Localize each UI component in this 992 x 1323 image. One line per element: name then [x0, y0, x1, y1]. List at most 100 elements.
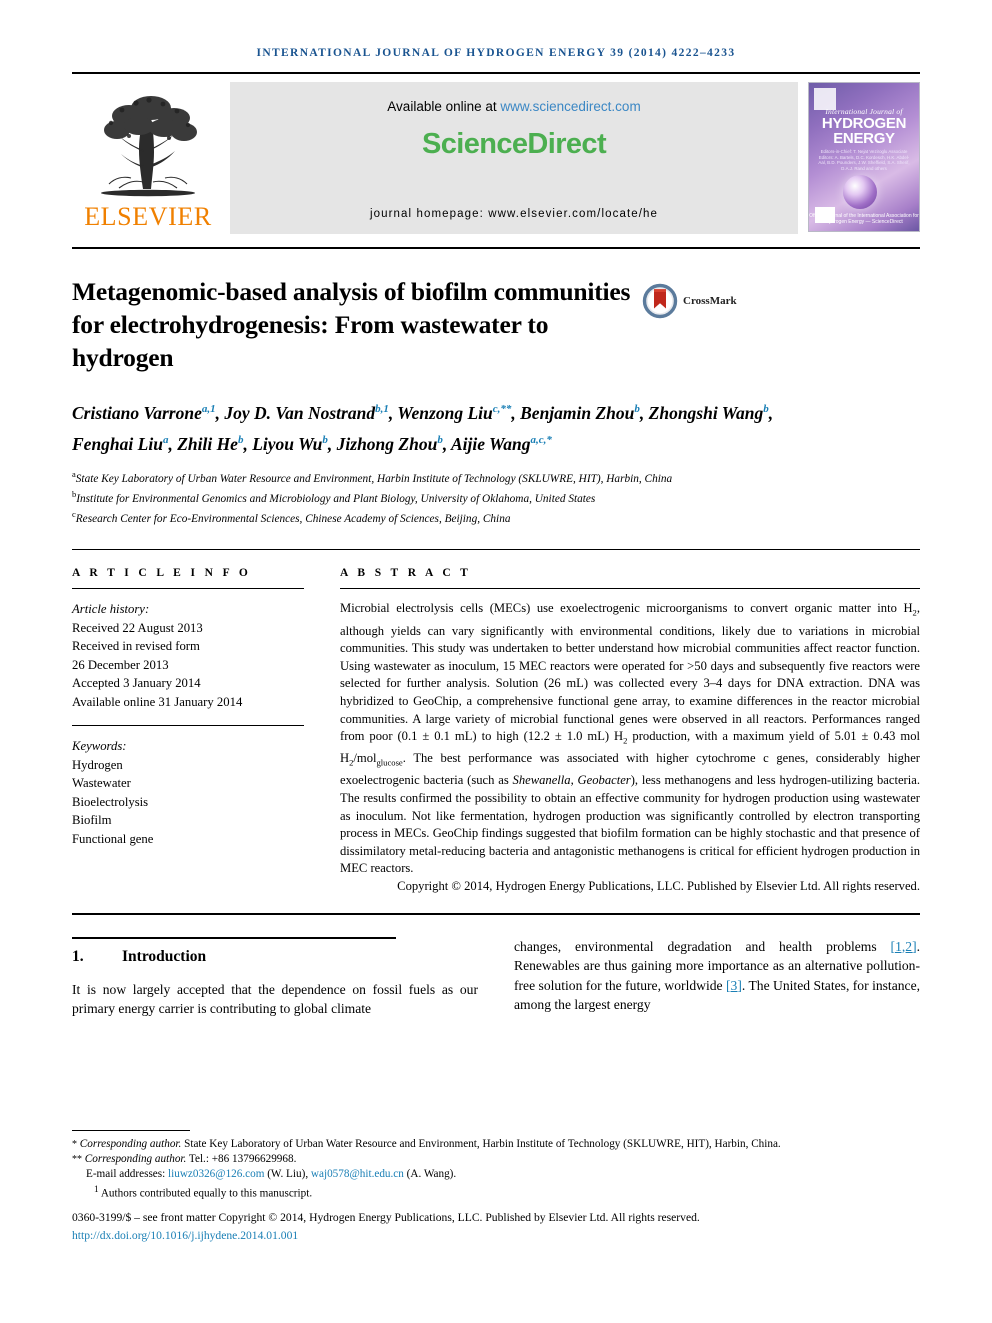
body-columns: 1. Introduction It is now largely accept…	[72, 936, 920, 1019]
author-affiliation-marker: b	[237, 433, 244, 446]
keywords-rule	[72, 725, 304, 727]
abstract-fragment: ), less methanogens and less hydrogen-ut…	[340, 773, 920, 876]
sciencedirect-logo-science: Science	[421, 128, 528, 160]
cover-editors: Editors-in-Chief: T. Nejat Veziroglu Ass…	[818, 149, 910, 171]
footnote-text: Authors contributed equally to this manu…	[98, 1187, 313, 1200]
footnote-mark: **	[72, 1154, 82, 1166]
affiliation-item: aState Key Laboratory of Urban Water Res…	[72, 467, 872, 487]
article-info-heading: A R T I C L E I N F O	[72, 567, 252, 580]
author-affiliation-marker: c,**	[492, 403, 512, 415]
abstract-column: A B S T R A C T Microbial electrolysis c…	[340, 567, 920, 895]
author-affiliation-marker: a,1	[201, 403, 216, 415]
section-heading-rule	[72, 936, 396, 939]
header-divider	[72, 72, 920, 74]
email-link-wang[interactable]: waj0578@hit.edu.cn	[311, 1168, 404, 1180]
author-name: Jizhong Zhou	[336, 433, 438, 454]
sciencedirect-link[interactable]: www.sciencedirect.com	[500, 99, 640, 114]
abstract-text: Microbial electrolysis cells (MECs) use …	[340, 600, 920, 895]
crossmark-badge[interactable]: CrossMark	[642, 283, 737, 319]
abstract-rule	[340, 588, 920, 590]
affiliation-item: bInstitute for Environmental Genomics an…	[72, 487, 872, 507]
column-gap	[304, 567, 340, 895]
abstract-copyright: Copyright © 2014, Hydrogen Energy Public…	[397, 878, 920, 893]
sciencedirect-logo-direct: Direct	[527, 128, 607, 160]
abstract-fragment: , although yields can vary significantly…	[340, 601, 920, 744]
article-info-rule	[72, 588, 304, 590]
author-name: Fenghai Liu	[72, 433, 163, 454]
article-history-label: Article history:	[72, 602, 150, 617]
footnote-corresponding-2: ** Corresponding author. Tel.: +86 13796…	[72, 1152, 920, 1167]
footnote-mark: *	[72, 1139, 77, 1150]
running-head: INTERNATIONAL JOURNAL OF HYDROGEN ENERGY…	[256, 47, 736, 59]
author-name: Benjamin Zhou	[520, 402, 635, 423]
affiliation-text: Institute for Environmental Genomics and…	[76, 492, 596, 505]
elsevier-wordmark: ELSEVIER	[84, 202, 212, 231]
abstract-heading: A B S T R A C T	[340, 567, 472, 580]
available-online-line: Available online at www.sciencedirect.co…	[387, 99, 640, 114]
intro-paragraph-right: changes, environmental degradation and h…	[514, 937, 920, 1015]
author-name: Wenzong Liu	[397, 402, 493, 423]
affiliation-text: Research Center for Eco-Environmental Sc…	[75, 512, 511, 525]
cover-footer: Official Journal of the International As…	[809, 213, 919, 225]
author-affiliation-marker: b	[437, 433, 443, 446]
section-title: Introduction	[122, 947, 207, 965]
intro-paragraph-left: It is now largely accepted that the depe…	[72, 981, 478, 1017]
history-item: 26 December 2013	[72, 657, 169, 672]
keyword-item: Hydrogen	[72, 757, 123, 772]
masthead-divider	[72, 247, 920, 249]
keyword-item: Functional gene	[72, 831, 154, 846]
email-link-liu[interactable]: liuwz0326@126.com	[168, 1168, 264, 1180]
author-affiliation-marker: a	[162, 433, 169, 446]
abstract-subscript: glucose	[376, 757, 403, 768]
author-affiliation-marker: b	[322, 433, 328, 446]
author-name: Joy D. Van Nostrand	[224, 402, 376, 423]
email-attrib-wang: (A. Wang).	[403, 1168, 457, 1181]
email-attrib-liu: (W. Liu),	[264, 1168, 311, 1181]
cover-title-line2: HYDROGEN	[821, 115, 907, 132]
elsevier-tree-icon	[89, 92, 207, 204]
author-affiliation-marker: b	[763, 403, 769, 415]
keywords-block: Keywords: Hydrogen Wastewater Bioelectro…	[72, 737, 304, 848]
keyword-item: Wastewater	[72, 776, 131, 791]
citation-link[interactable]: [1,2]	[891, 939, 917, 954]
article-page: INTERNATIONAL JOURNAL OF HYDROGEN ENERGY…	[0, 0, 992, 1323]
cover-sphere-graphic	[843, 175, 877, 209]
affiliation-item: cResearch Center for Eco-Environmental S…	[72, 507, 872, 527]
footnote-label: Corresponding author.	[79, 1138, 182, 1150]
affiliation-text: State Key Laboratory of Urban Water Reso…	[75, 472, 673, 485]
sciencedirect-logo[interactable]: ScienceDirect	[421, 128, 607, 161]
cover-title-line3: ENERGY	[833, 130, 895, 147]
author-name: Zhongshi Wang	[648, 402, 764, 423]
email-label: E-mail addresses:	[86, 1168, 169, 1181]
article-history: Article history: Received 22 August 2013…	[72, 600, 304, 711]
history-item: Received in revised form	[72, 639, 200, 654]
author-name: Aijie Wang	[450, 433, 531, 454]
title-row: Metagenomic-based analysis of biofilm co…	[72, 275, 920, 374]
elsevier-logo: ELSEVIER	[72, 82, 224, 234]
page-title: Metagenomic-based analysis of biofilm co…	[72, 277, 631, 372]
author-affiliation-marker: b,1	[375, 403, 389, 415]
footnote-equal-contribution: 1 Authors contributed equally to this ma…	[72, 1183, 920, 1202]
footnote-emails: E-mail addresses: liuwz0326@126.com (W. …	[72, 1167, 920, 1182]
footnote-text: State Key Laboratory of Urban Water Reso…	[181, 1138, 781, 1150]
footnotes: * Corresponding author. State Key Labora…	[72, 1130, 920, 1244]
footnote-label: Corresponding author.	[84, 1153, 187, 1166]
body-column-gap	[478, 937, 514, 1019]
keyword-item: Bioelectrolysis	[72, 794, 149, 809]
info-divider	[72, 549, 920, 551]
doi-link[interactable]: http://dx.doi.org/10.1016/j.ijhydene.201…	[72, 1229, 298, 1242]
citation-link[interactable]: [3]	[726, 978, 742, 993]
journal-homepage-line[interactable]: journal homepage: www.elsevier.com/locat…	[230, 208, 798, 220]
masthead: ELSEVIER Available online at www.science…	[72, 82, 920, 234]
author-name: Zhili He	[177, 433, 238, 454]
info-abstract-columns: A R T I C L E I N F O Article history: R…	[72, 567, 920, 895]
author-name: Cristiano Varrone	[72, 402, 202, 423]
crossmark-icon	[642, 283, 678, 319]
body-column-right: changes, environmental degradation and h…	[514, 937, 920, 1019]
author-name: Liyou Wu	[252, 433, 323, 454]
sciencedirect-banner: Available online at www.sciencedirect.co…	[230, 82, 798, 234]
footnote-rule	[72, 1130, 190, 1131]
journal-cover-image: International Journal of HYDROGEN ENERGY…	[808, 82, 920, 232]
history-item: Received 22 August 2013	[72, 620, 203, 635]
abstract-species-names: Shewanella, Geobacter	[512, 773, 631, 788]
